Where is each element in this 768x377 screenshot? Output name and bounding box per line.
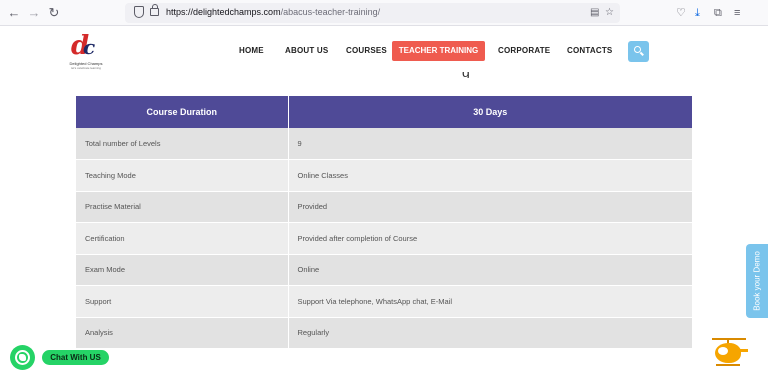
helicopter-tail: [739, 349, 748, 352]
table-row: Support Support Via telephone, WhatsApp …: [76, 285, 692, 318]
table-row: Exam Mode Online: [76, 254, 692, 286]
forward-button[interactable]: →: [26, 5, 42, 21]
helicopter-rotor: [712, 338, 746, 340]
download-icon[interactable]: ⤓: [695, 5, 700, 21]
table-row: Practise Material Provided: [76, 191, 692, 223]
url-path: /abacus-teacher-training/: [280, 7, 381, 17]
nav-corporate[interactable]: CORPORATE: [498, 46, 550, 55]
url-text[interactable]: https://delightedchamps.com/abacus-teach…: [166, 7, 380, 17]
nav-contacts[interactable]: CONTACTS: [567, 46, 612, 55]
cut-off-heading: g: [462, 72, 474, 78]
search-button[interactable]: [628, 41, 649, 62]
logo-mark-c: c: [83, 35, 96, 59]
pocket-icon[interactable]: ♡: [676, 5, 686, 21]
address-bar[interactable]: https://delightedchamps.com/abacus-teach…: [125, 3, 620, 23]
row-label: Exam Mode: [76, 254, 289, 286]
row-label: Teaching Mode: [76, 159, 289, 192]
extensions-icon[interactable]: ⧉: [714, 5, 722, 21]
row-value: Provided: [288, 191, 692, 223]
row-label: Support: [76, 285, 289, 318]
table-row: Teaching Mode Online Classes: [76, 159, 692, 192]
reload-button[interactable]: ↻: [46, 5, 62, 21]
course-details-table: Course Duration 30 Days Total number of …: [76, 96, 692, 349]
site-header: d c Delighted Champs let's celebrate lea…: [0, 27, 768, 81]
row-value: Online: [288, 254, 692, 286]
search-icon-handle: [640, 51, 644, 56]
back-button[interactable]: ←: [6, 5, 22, 21]
table-row: Analysis Regularly: [76, 317, 692, 349]
nav-about-us[interactable]: ABOUT US: [285, 46, 328, 55]
table-header-value: 30 Days: [288, 96, 692, 128]
table-row: Total number of Levels 9: [76, 128, 692, 160]
row-label: Certification: [76, 222, 289, 255]
helicopter-window: [718, 347, 728, 355]
helicopter-icon[interactable]: [712, 333, 748, 369]
row-value: Support Via telephone, WhatsApp chat, E-…: [288, 285, 692, 318]
url-domain: https://delightedchamps.com: [166, 7, 281, 17]
reader-view-icon[interactable]: ▤: [590, 7, 599, 18]
nav-home[interactable]: HOME: [239, 46, 264, 55]
nav-teacher-training[interactable]: TEACHER TRAINING: [392, 41, 485, 61]
row-label: Practise Material: [76, 191, 289, 223]
row-value: Online Classes: [288, 159, 692, 192]
browser-toolbar: ← → ↻ https://delightedchamps.com/abacus…: [0, 0, 768, 26]
logo-tagline: let's celebrate learning: [71, 66, 101, 70]
whatsapp-phone: [19, 354, 26, 361]
row-value: Provided after completion of Course: [288, 222, 692, 255]
whatsapp-icon[interactable]: [10, 345, 35, 370]
nav-courses[interactable]: COURSES: [346, 46, 387, 55]
table-header-label: Course Duration: [76, 96, 289, 128]
bookmark-star-icon[interactable]: ☆: [605, 7, 614, 18]
whatsapp-chat-button[interactable]: Chat With US: [42, 350, 109, 365]
menu-icon[interactable]: ≡: [734, 5, 740, 21]
row-value: Regularly: [288, 317, 692, 349]
lock-icon[interactable]: [150, 4, 159, 16]
shield-icon[interactable]: [134, 6, 144, 18]
table-row: Certification Provided after completion …: [76, 222, 692, 255]
row-label: Total number of Levels: [76, 128, 289, 160]
site-logo[interactable]: d c Delighted Champs let's celebrate lea…: [66, 31, 106, 71]
table-header-row: Course Duration 30 Days: [76, 96, 692, 128]
row-value: 9: [288, 128, 692, 160]
book-demo-label: Book your Demo: [752, 251, 762, 311]
helicopter-skid: [716, 364, 740, 366]
book-demo-tab[interactable]: Book your Demo: [746, 244, 768, 318]
row-label: Analysis: [76, 317, 289, 349]
